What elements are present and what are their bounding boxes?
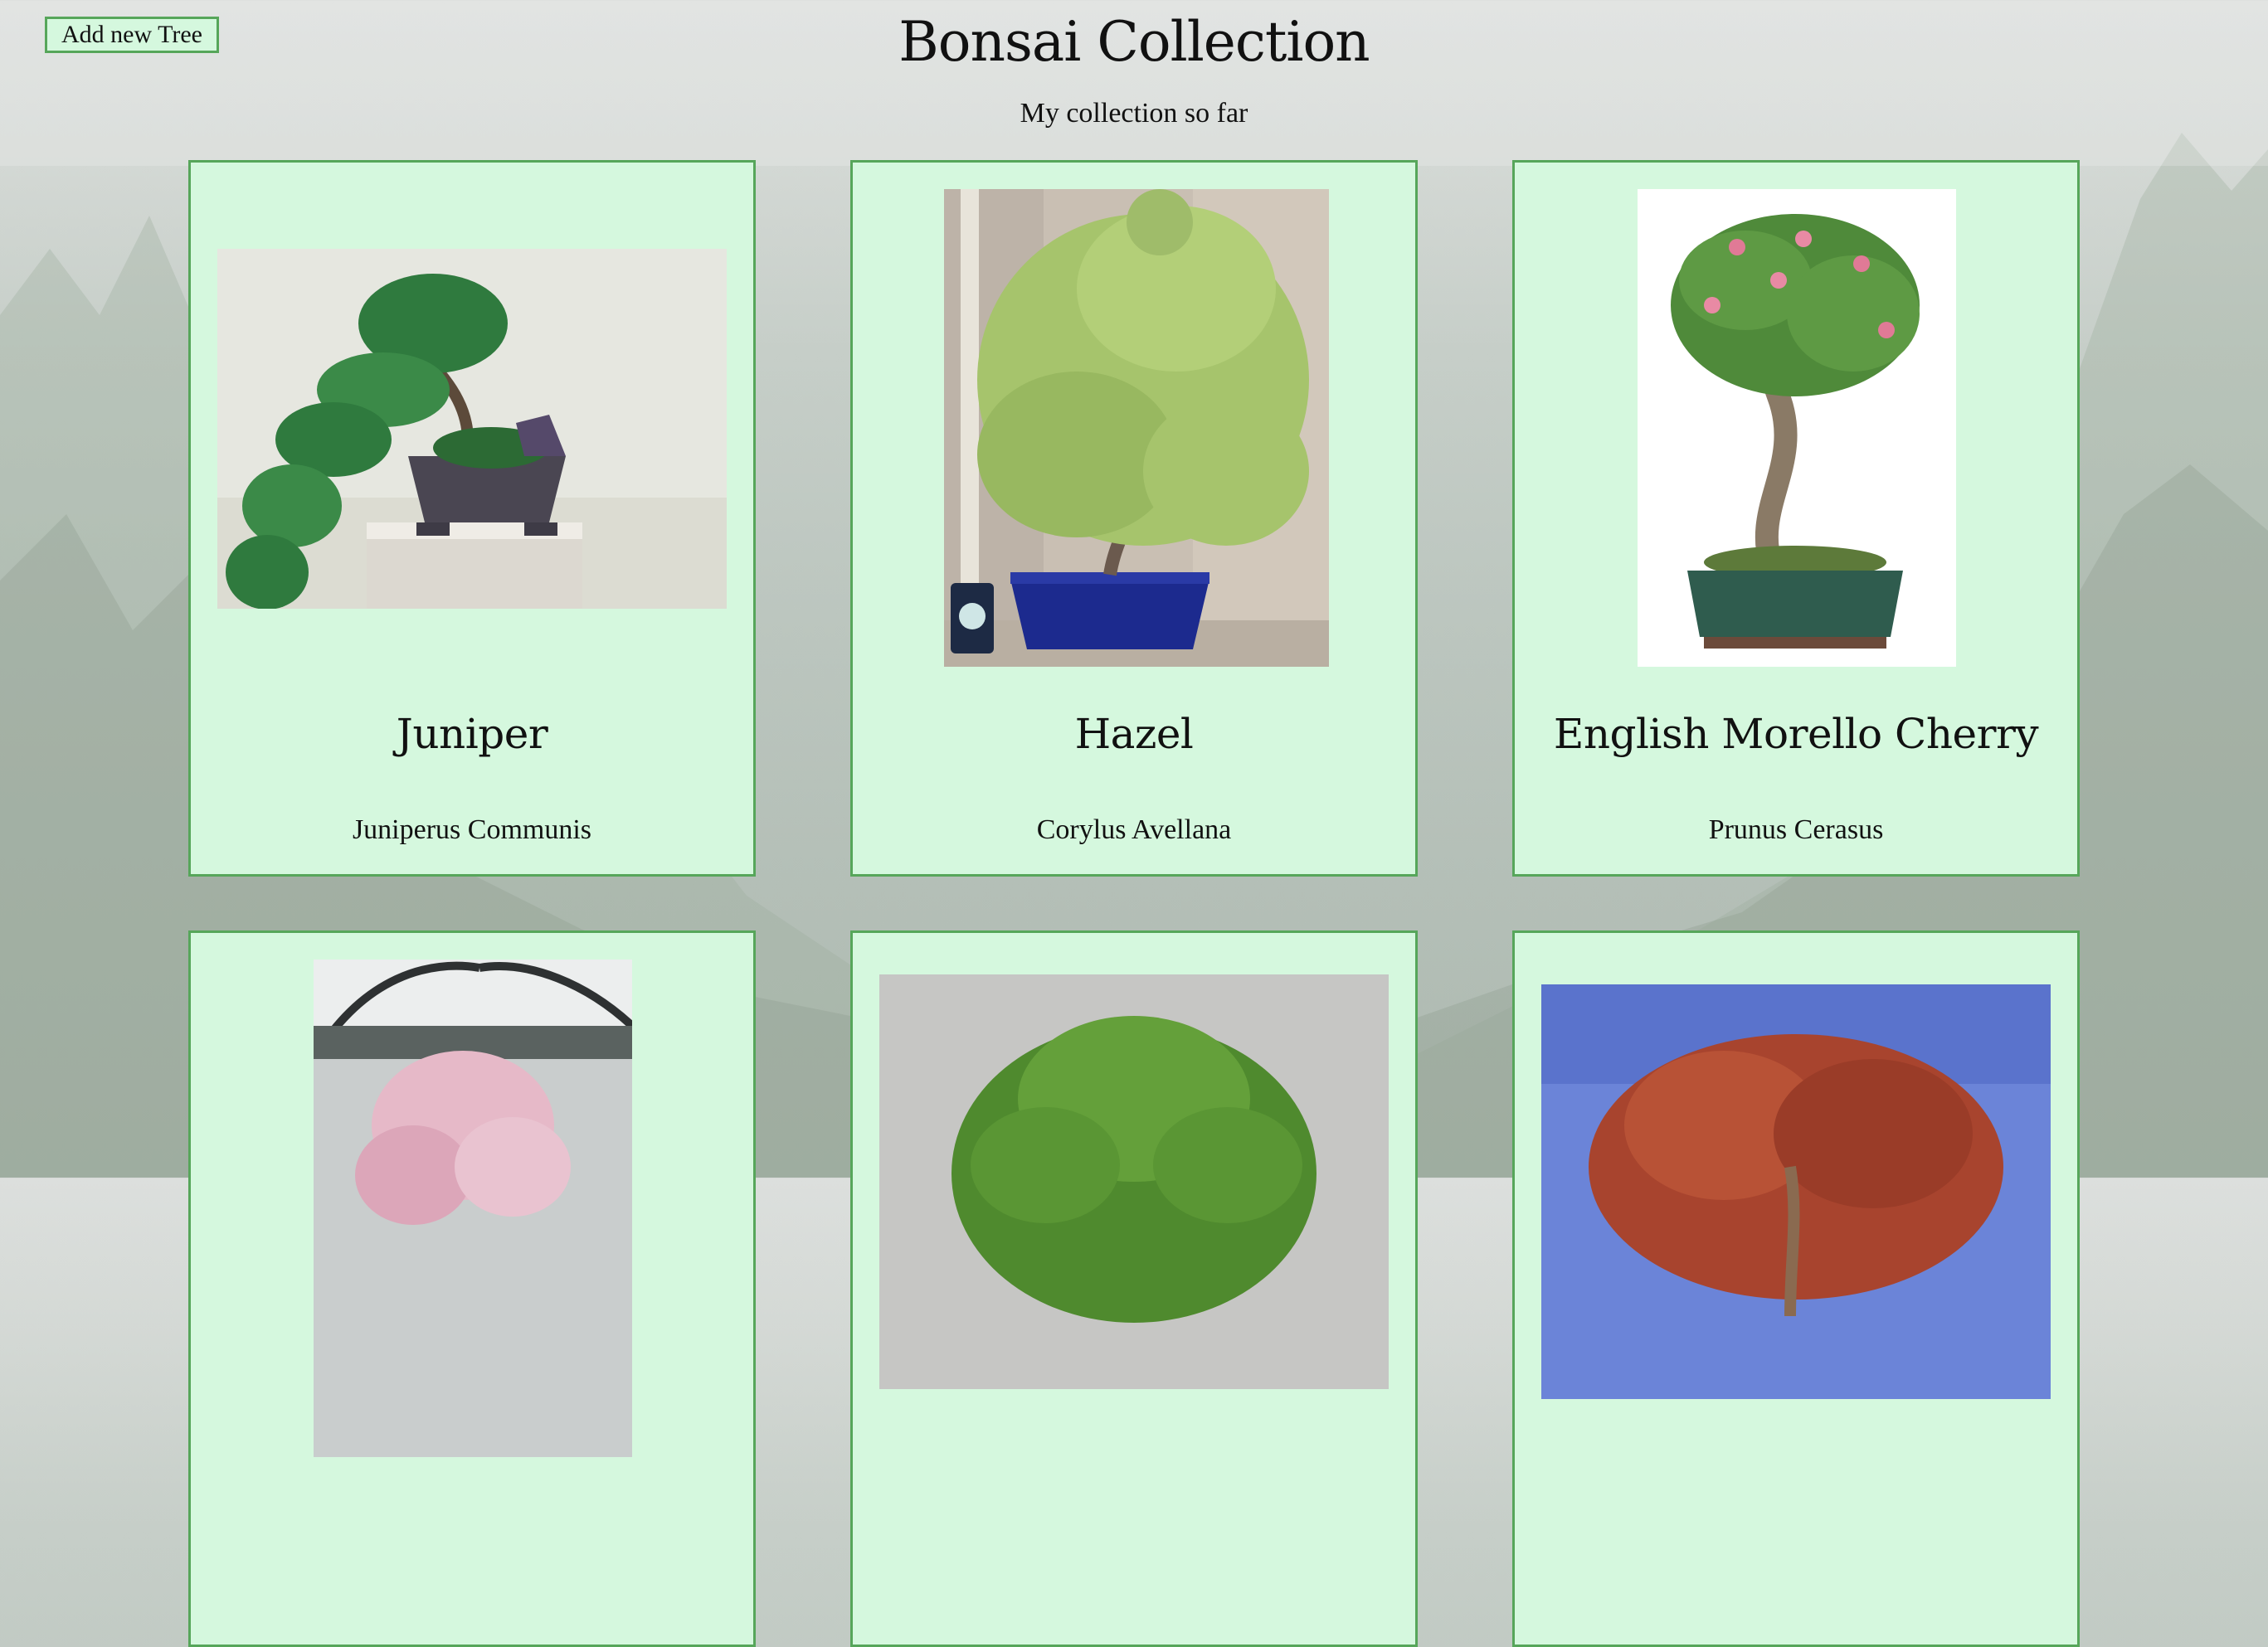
tree-name: Juniper xyxy=(396,710,548,758)
tree-card[interactable]: Juniper Juniperus Communis xyxy=(188,160,756,877)
tree-photo xyxy=(314,960,632,1457)
tree-latin-name: Corylus Avellana xyxy=(1036,814,1232,845)
tree-photo xyxy=(217,249,727,609)
tree-latin-name: Prunus Cerasus xyxy=(1708,814,1884,845)
tree-card[interactable] xyxy=(850,930,1418,1647)
tree-name: English Morello Cherry xyxy=(1553,710,2039,758)
tree-card[interactable]: Hazel Corylus Avellana xyxy=(850,160,1418,877)
tree-card[interactable]: English Morello Cherry Prunus Cerasus xyxy=(1512,160,2080,877)
tree-photo xyxy=(879,974,1389,1389)
tree-latin-name: Juniperus Communis xyxy=(352,814,592,845)
tree-card[interactable] xyxy=(1512,930,2080,1647)
page-subtitle: My collection so far xyxy=(1020,98,1248,129)
tree-name: Hazel xyxy=(1074,710,1194,758)
tree-photo xyxy=(944,189,1329,667)
tree-card[interactable] xyxy=(188,930,756,1647)
tree-photo xyxy=(1638,189,1956,667)
tree-photo xyxy=(1541,984,2051,1399)
page-title: Bonsai Collection xyxy=(898,10,1370,74)
